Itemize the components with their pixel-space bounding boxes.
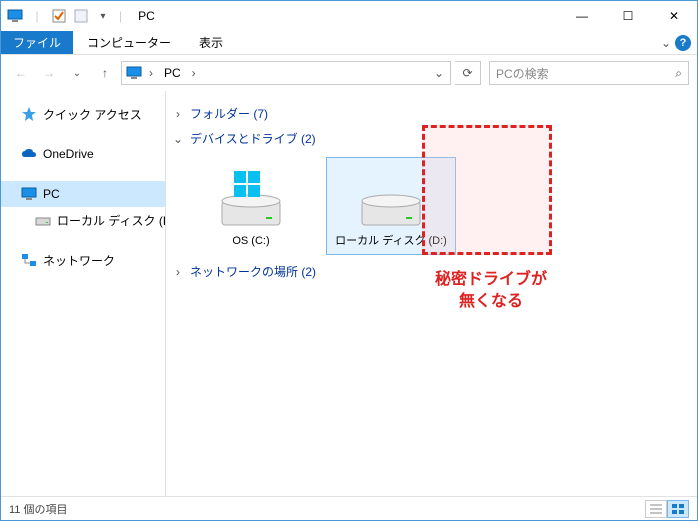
- location-pc-icon: [124, 66, 144, 80]
- group-label: フォルダー (7): [190, 105, 268, 122]
- group-folders[interactable]: › フォルダー (7): [172, 101, 691, 126]
- address-dropdown-icon[interactable]: ⌄: [430, 66, 448, 80]
- chevron-right-icon[interactable]: ›: [187, 66, 201, 80]
- annotation-box: [422, 125, 552, 255]
- sidebar-item-label: ネットワーク: [43, 252, 115, 269]
- drive-os-c[interactable]: OS (C:): [186, 157, 316, 255]
- sidebar-item-label: OneDrive: [43, 147, 94, 161]
- forward-button[interactable]: →: [37, 61, 61, 85]
- minimize-button[interactable]: —: [559, 1, 605, 31]
- qat-separator: |: [27, 6, 47, 26]
- group-label: ネットワークの場所 (2): [190, 263, 316, 280]
- navigation-bar: ← → ⌄ ↑ › PC › ⌄ ⟳ PCの検索 ⌕: [1, 55, 697, 91]
- file-tab[interactable]: ファイル: [1, 31, 73, 54]
- view-tiles-button[interactable]: [667, 500, 689, 518]
- chevron-right-icon[interactable]: ›: [144, 66, 158, 80]
- annotation-text: 秘密ドライブが 無くなる: [401, 269, 581, 314]
- qat-dropdown-icon[interactable]: ▾: [93, 6, 113, 26]
- properties-icon[interactable]: [49, 6, 69, 26]
- status-bar: 11 個の項目: [1, 496, 697, 520]
- sidebar-item-local-disk-d[interactable]: ローカル ディスク (D:): [1, 207, 165, 233]
- search-placeholder: PCの検索: [496, 65, 675, 82]
- chevron-right-icon: ›: [172, 107, 184, 121]
- back-button[interactable]: ←: [9, 61, 33, 85]
- refresh-button[interactable]: ⟳: [455, 61, 481, 85]
- star-icon: [21, 106, 37, 122]
- c-drive-icon: [191, 164, 311, 234]
- group-label: デバイスとドライブ (2): [190, 130, 316, 147]
- network-icon: [21, 252, 37, 268]
- item-count: 11 個の項目: [9, 501, 67, 517]
- sidebar-item-onedrive[interactable]: OneDrive: [1, 141, 165, 167]
- chevron-right-icon: ›: [172, 265, 184, 279]
- drive-label: OS (C:): [191, 234, 311, 248]
- chevron-down-icon: ⌄: [172, 132, 184, 146]
- cloud-icon: [21, 146, 37, 162]
- window-controls: — ☐ ✕: [559, 1, 697, 31]
- view-details-button[interactable]: [645, 500, 667, 518]
- sidebar-item-quick-access[interactable]: クイック アクセス: [1, 101, 165, 127]
- content-pane: › フォルダー (7) ⌄ デバイスとドライブ (2): [166, 91, 697, 496]
- pc-sys-icon[interactable]: [5, 6, 25, 26]
- recent-locations-button[interactable]: ⌄: [65, 61, 89, 85]
- drive-icon: [35, 212, 51, 228]
- title-separator: |: [115, 9, 126, 23]
- up-button[interactable]: ↑: [93, 61, 117, 85]
- address-bar[interactable]: › PC › ⌄: [121, 61, 451, 85]
- address-segment[interactable]: PC: [158, 66, 187, 80]
- qat-icon-2[interactable]: [71, 6, 91, 26]
- ribbon-expand-icon[interactable]: ⌄: [661, 36, 671, 50]
- window-title: PC: [126, 9, 155, 23]
- sidebar-item-label: ローカル ディスク (D:): [57, 212, 166, 229]
- pc-icon: [21, 186, 37, 202]
- help-icon[interactable]: ?: [675, 35, 691, 51]
- navigation-pane: クイック アクセス OneDrive PC ローカル ディスク (D:): [1, 91, 166, 496]
- ribbon-tabs: ファイル コンピューター 表示 ⌄ ?: [1, 31, 697, 55]
- sidebar-item-label: PC: [43, 187, 60, 201]
- sidebar-item-label: クイック アクセス: [43, 106, 142, 123]
- close-button[interactable]: ✕: [651, 1, 697, 31]
- tab-view[interactable]: 表示: [185, 31, 237, 54]
- titlebar: | ▾ | PC — ☐ ✕: [1, 1, 697, 31]
- maximize-button[interactable]: ☐: [605, 1, 651, 31]
- tab-computer[interactable]: コンピューター: [73, 31, 185, 54]
- search-input[interactable]: PCの検索 ⌕: [489, 61, 689, 85]
- sidebar-item-pc[interactable]: PC: [1, 181, 165, 207]
- sidebar-item-network[interactable]: ネットワーク: [1, 247, 165, 273]
- quick-access-toolbar: | ▾ |: [1, 6, 126, 26]
- search-icon[interactable]: ⌕: [675, 66, 682, 81]
